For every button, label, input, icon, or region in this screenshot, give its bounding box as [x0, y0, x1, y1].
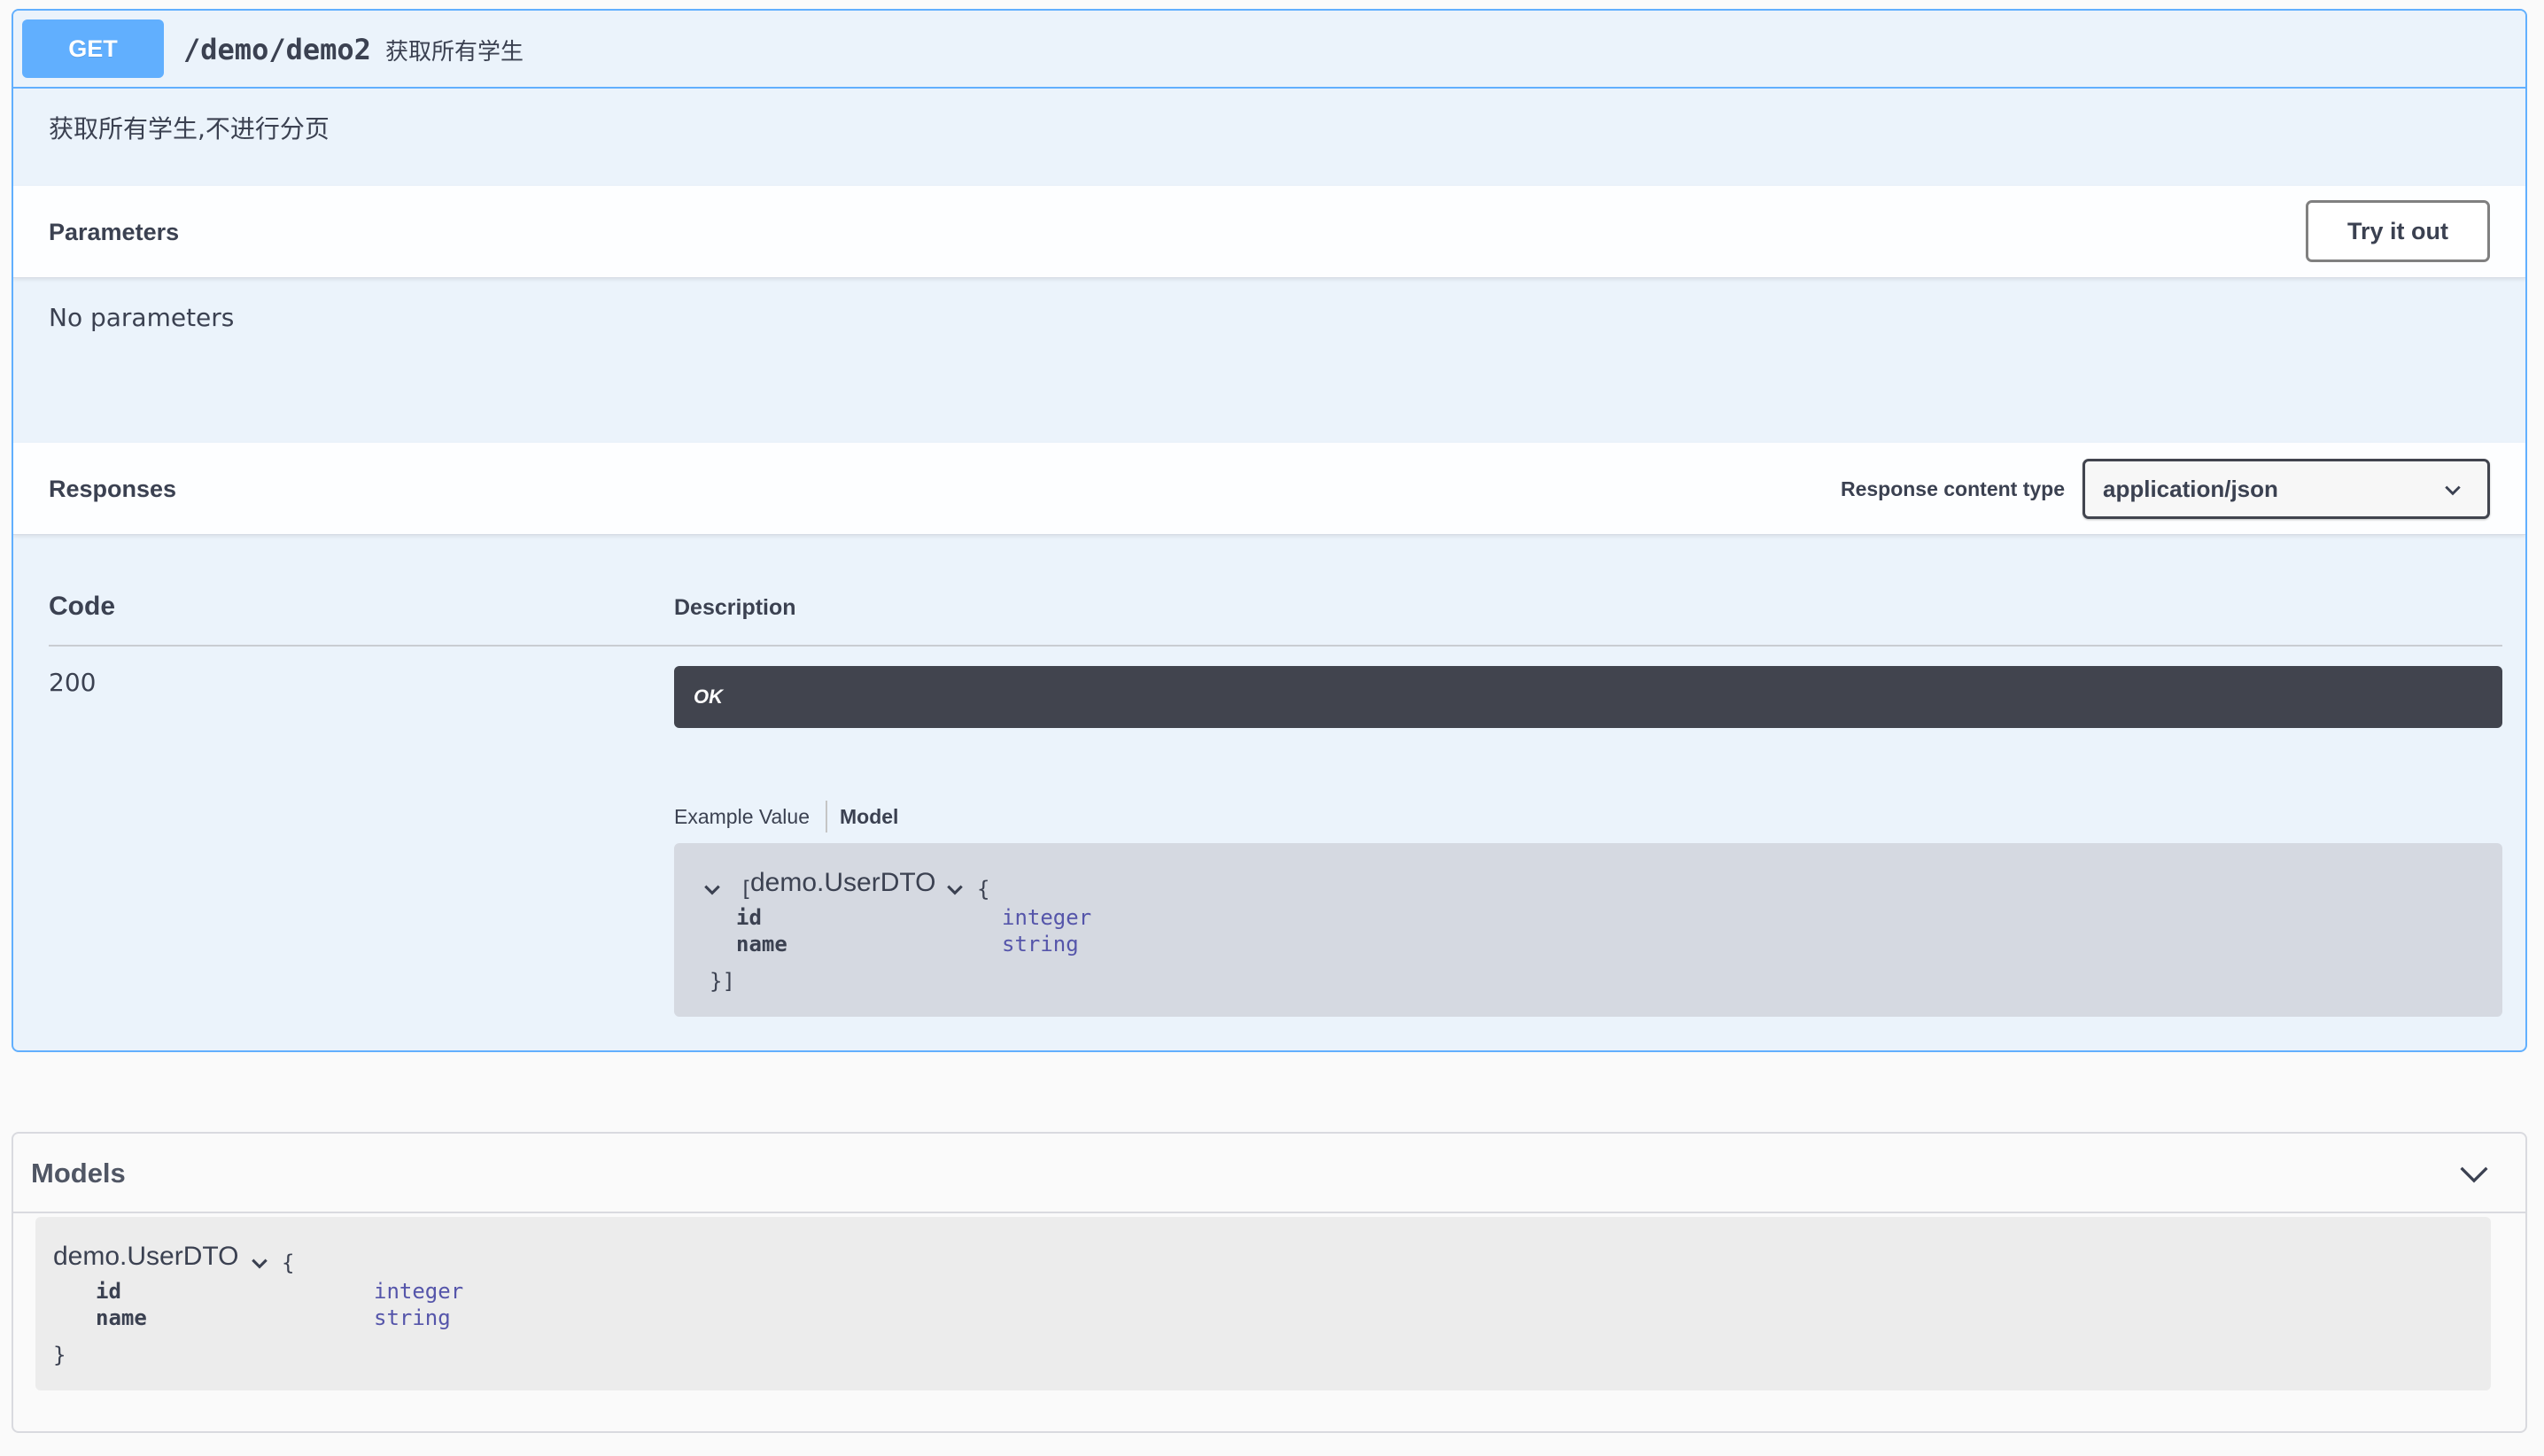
response-model-box: [ demo.UserDTO { id integer name string …: [674, 843, 2502, 1017]
no-parameters-text: No parameters: [49, 303, 235, 332]
table-divider: [49, 645, 2502, 647]
opblock-summary[interactable]: GET /demo/demo2 获取所有学生: [13, 11, 2525, 89]
endpoint-summary: 获取所有学生: [385, 38, 524, 66]
models-title: Models: [31, 1158, 126, 1189]
chevron-down-icon[interactable]: [945, 880, 965, 900]
tab-model[interactable]: Model: [827, 805, 898, 829]
responses-title: Responses: [49, 475, 177, 502]
response-content-type-select[interactable]: application/json: [2083, 459, 2490, 519]
field-type: string: [1002, 932, 1079, 956]
response-description-bar: OK: [674, 666, 2502, 728]
chevron-down-icon: [2443, 481, 2463, 500]
chevron-down-icon[interactable]: [2458, 1158, 2490, 1190]
parameters-header: Parameters Try it out: [13, 186, 2525, 278]
parameters-title: Parameters: [49, 218, 180, 245]
field-name: id: [736, 905, 762, 930]
column-header-code: Code: [49, 592, 115, 621]
response-code: 200: [49, 668, 97, 697]
responses-header: Responses Response content type applicat…: [13, 443, 2525, 535]
response-description: OK: [694, 685, 723, 708]
model-brace-open: {: [282, 1251, 295, 1275]
method-badge: GET: [22, 19, 164, 78]
field-type: integer: [374, 1279, 464, 1304]
chevron-down-icon[interactable]: [250, 1254, 269, 1274]
model-brace-open: {: [977, 877, 990, 902]
models-header[interactable]: Models: [13, 1134, 2525, 1213]
model-brace-close: }]: [710, 969, 735, 994]
endpoint-path: /demo/demo2: [183, 33, 371, 66]
select-value: application/json: [2103, 475, 2278, 502]
field-type: string: [374, 1305, 451, 1330]
tab-example-value[interactable]: Example Value: [674, 805, 826, 829]
column-header-description: Description: [674, 595, 796, 620]
try-it-out-button[interactable]: Try it out: [2306, 200, 2490, 262]
model-title[interactable]: demo.UserDTO: [53, 1242, 239, 1272]
field-name: name: [96, 1305, 147, 1330]
field-type: integer: [1002, 905, 1092, 930]
chevron-down-icon[interactable]: [702, 880, 722, 900]
field-name: id: [96, 1279, 121, 1304]
model-tabs: Example Value Model: [674, 799, 898, 834]
response-content-type-label: Response content type: [1840, 476, 2065, 500]
model-container: demo.UserDTO { id integer name string }: [35, 1217, 2491, 1390]
field-name: name: [736, 932, 787, 956]
opblock-get: GET /demo/demo2 获取所有学生 获取所有学生,不进行分页 Para…: [12, 9, 2527, 1052]
model-brace-close: }: [53, 1343, 66, 1367]
model-title[interactable]: demo.UserDTO: [750, 868, 936, 898]
operation-description: 获取所有学生,不进行分页: [49, 114, 330, 143]
